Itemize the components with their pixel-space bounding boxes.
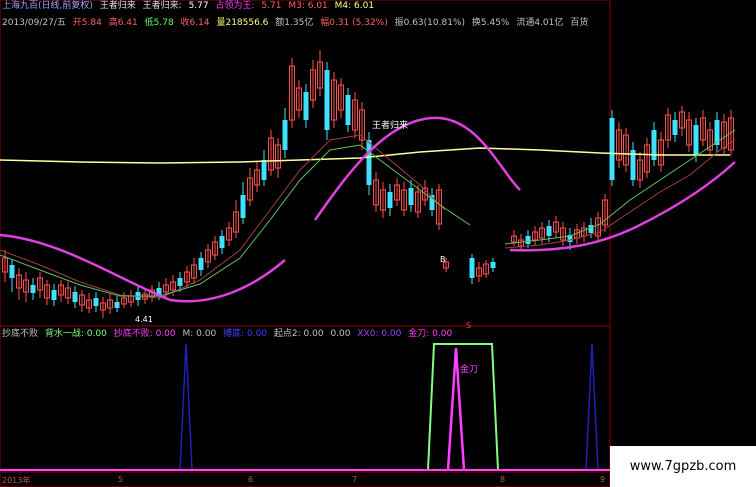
quote-amount: 额1.35亿 [275,18,314,28]
quote-date: 2013/09/27/五 [2,18,66,28]
sub-b: 抄底不败: 0.00 [113,329,176,339]
m4-value: M4: 6.01 [334,1,375,11]
candle-body [282,120,288,150]
header-row-2: 2013/09/27/五 开5.84 高6.41 低5.78 收6.14 量21… [2,18,592,29]
candle-body [588,225,594,233]
candle-body [546,226,552,236]
sub-f: 0.00 [330,329,351,339]
x-tick-label: 5 [118,475,124,484]
candle-body [609,118,615,180]
candle-body [240,195,246,218]
sub-g: XX0: 0.00 [357,329,402,339]
x-tick-label: 7 [352,475,358,484]
quote-float: 流通4.01亿 [516,18,564,28]
indicator-label: 王者归来: [142,1,182,11]
x-tick-label: 8 [500,475,506,484]
candle-body [387,192,393,208]
x-axis: 2013年 5 6 7 8 9 [0,475,610,487]
header-row-3: 抄底不败 背水一战: 0.00 抄底不败: 0.00 M: 0.00 搏底: 0… [2,329,456,340]
x-tick-label: 9 [600,475,606,484]
candle-body [93,298,99,306]
candle-body [72,292,78,302]
jindao-label: 金刀 [460,363,478,375]
quote-open: 开5.84 [72,18,102,28]
candle-body [219,236,225,248]
ma-red-line [0,134,446,299]
indicator-value: 5.77 [188,1,209,11]
marker-b: B [440,255,446,264]
zdw-label: 占领为王: [215,1,255,11]
quote-volume: 量218556.6 [216,18,269,28]
candle-body [51,290,57,300]
wangzhe-label: 王者归来 [372,119,408,131]
candle-body [114,302,120,308]
candle-body [408,188,414,205]
marker-s: S [466,321,471,330]
indicator-name: 王者归来 [99,1,136,11]
ma-green-line-2 [504,129,736,245]
m3-value: M3: 6.01 [288,1,328,11]
sub-d: 搏底: 0.00 [223,329,268,339]
sub-h: 金刀: 0.00 [408,329,453,339]
sub-e: 起点2: 0.00 [273,329,324,339]
candle-body [198,258,204,270]
quote-turnover: 换5.45% [471,18,510,28]
stock-name: 上海九百(日线,前复权) [2,1,93,11]
sub-c: M: 0.00 [182,329,217,339]
candle-body [490,262,496,268]
candle-body [9,265,15,278]
low-price-label: 4.41 [135,315,153,324]
quote-close: 收6.14 [180,18,210,28]
candle-body [672,120,678,135]
candle-body [693,125,699,155]
quote-change: 幅0.31 (5.32%) [320,18,388,28]
candle-body [525,236,531,244]
x-tick-label: 6 [248,475,254,484]
watermark: www.7gpzb.com [610,446,756,487]
candle-body [469,258,475,278]
quote-high: 高6.41 [108,18,138,28]
candle-body [345,95,351,125]
sub-a: 背水一战: 0.00 [44,329,107,339]
candle-body [177,278,183,286]
header-row-1: 上海九百(日线,前复权) 王者归来 王者归来: 5.77 占领为王: 5.71 … [2,1,378,12]
sub-indicator-name: 抄底不败 [2,329,39,339]
sub-blue-spike-2 [585,343,599,471]
x-tick-label: 2013年 [2,476,31,485]
sub-blue-spike [179,343,193,471]
price-chart: 王者归来 4.41 金刀 S B [0,0,736,487]
quote-amplitude: 振0.63(10.81%) [394,18,465,28]
zdw-value: 5.71 [261,1,282,11]
candle-body [366,140,372,185]
candle-body [324,70,330,130]
candle-body [30,285,36,293]
quote-sector: 百货 [570,18,589,28]
candle-body [303,92,309,120]
candle-body [261,160,267,180]
quote-low: 低5.78 [144,18,174,28]
